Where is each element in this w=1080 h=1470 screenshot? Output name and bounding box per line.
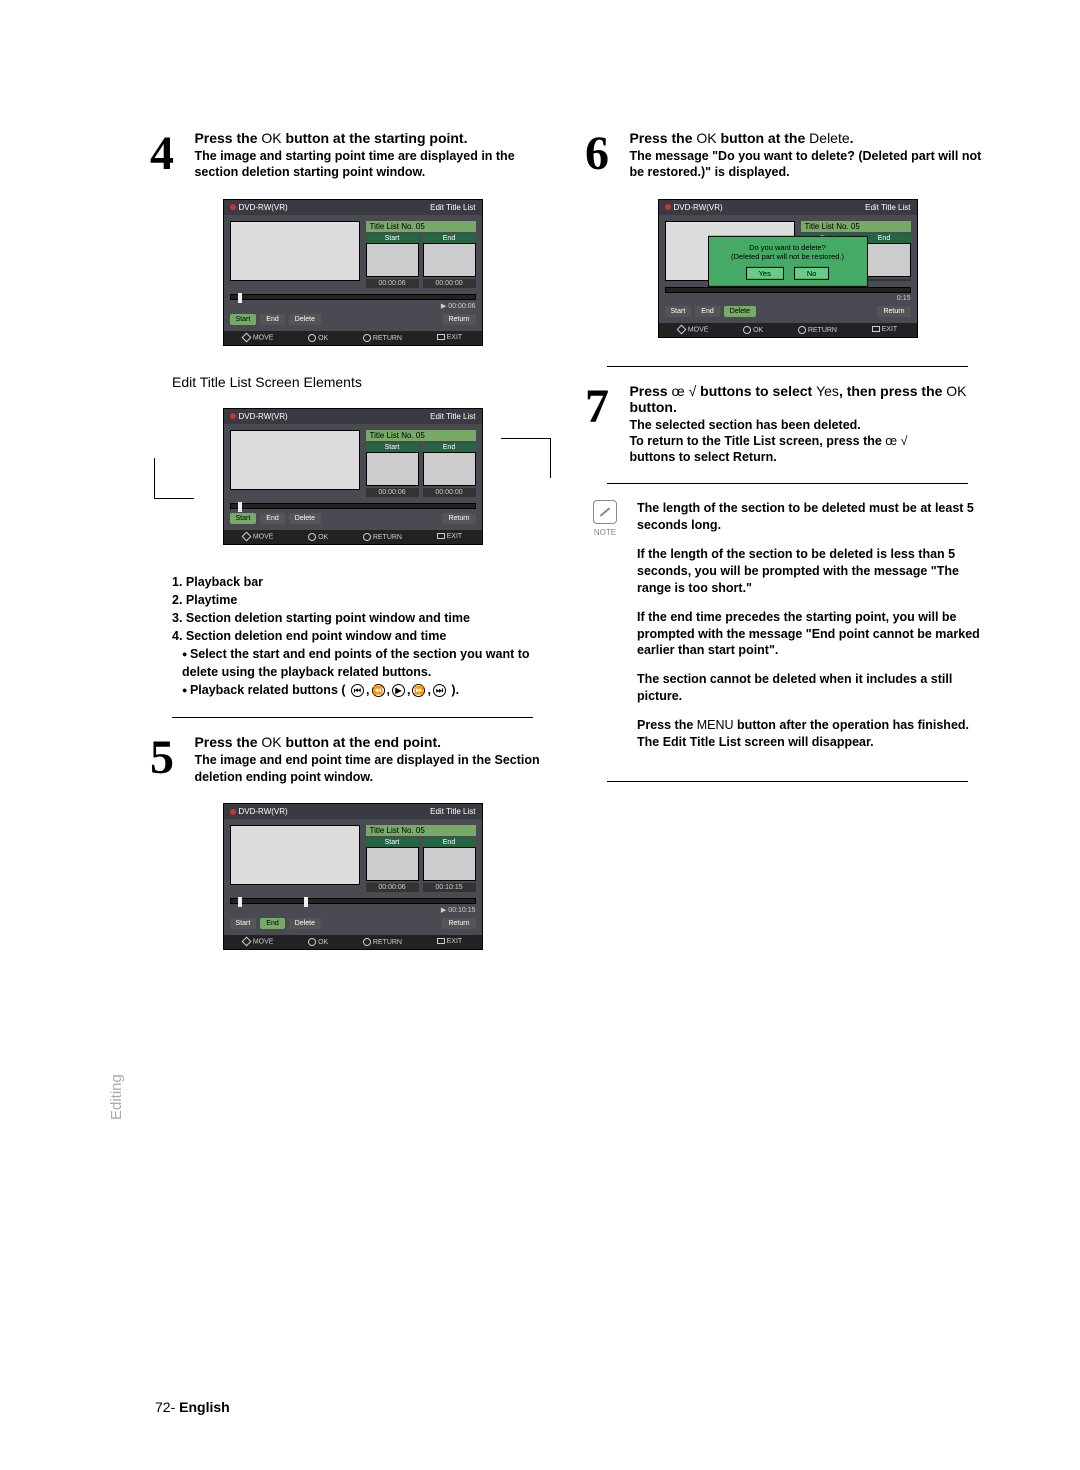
side-section-label: Editing bbox=[108, 1074, 125, 1120]
step-number: 6 bbox=[585, 130, 625, 178]
step-4-sub: The image and starting point time are di… bbox=[194, 148, 554, 181]
elements-subtitle: Edit Title List Screen Elements bbox=[172, 374, 555, 390]
preview-thumb bbox=[230, 221, 360, 281]
playback-bar bbox=[230, 294, 476, 300]
dialog-no: No bbox=[794, 266, 830, 279]
dialog-yes: Yes bbox=[746, 266, 784, 279]
title-list-no: Title List No. 05 bbox=[366, 221, 476, 232]
screenshot-step-5: DVD-RW(VR) Edit Title List Title List No… bbox=[223, 803, 483, 950]
step-number: 4 bbox=[150, 130, 190, 178]
delete-confirm-dialog: Do you want to delete? (Deleted part wil… bbox=[708, 235, 868, 286]
btn-return: Return bbox=[442, 314, 475, 325]
step-5-sub: The image and end point time are display… bbox=[194, 752, 554, 785]
step-7-headline: Press œ √ buttons to select Yes, then pr… bbox=[629, 383, 989, 415]
note-icon bbox=[593, 500, 617, 524]
step-4-headline: Press the OK button at the starting poin… bbox=[194, 130, 554, 146]
step-6-sub: The message "Do you want to delete? (Del… bbox=[629, 148, 989, 181]
step-6-headline: Press the OK button at the Delete. bbox=[629, 130, 989, 146]
note-p1: The length of the section to be deleted … bbox=[637, 500, 990, 534]
note-p4: The section cannot be deleted when it in… bbox=[637, 671, 990, 705]
step-5: 5 Press the OK button at the end point. … bbox=[150, 734, 555, 785]
note-p5: Press the MENU button after the operatio… bbox=[637, 717, 990, 751]
btn-start: Start bbox=[230, 314, 257, 325]
note-p2: If the length of the section to be delet… bbox=[637, 546, 990, 597]
step-5-headline: Press the OK button at the end point. bbox=[194, 734, 554, 750]
return-icon bbox=[363, 334, 371, 342]
ok-icon bbox=[308, 334, 316, 342]
playback-buttons-icons: ⏮,⏪,▶,⏩,⏭ bbox=[349, 683, 448, 697]
step-4: 4 Press the OK button at the starting po… bbox=[150, 130, 555, 181]
step-7: 7 Press œ √ buttons to select Yes, then … bbox=[585, 383, 990, 466]
note-p3: If the end time precedes the starting po… bbox=[637, 609, 990, 660]
btn-delete: Delete bbox=[289, 314, 321, 325]
elements-list: 1. Playback bar 2. Playtime 3. Section d… bbox=[172, 573, 555, 700]
move-icon bbox=[241, 332, 251, 342]
screenshot-annotated: DVD-RW(VR) Edit Title List Title List No… bbox=[223, 408, 483, 545]
note-box: NOTE The length of the section to be del… bbox=[585, 500, 990, 763]
screenshot-step-4: DVD-RW(VR) Edit Title List Title List No… bbox=[223, 199, 483, 346]
step-6: 6 Press the OK button at the Delete. The… bbox=[585, 130, 990, 181]
step-number: 5 bbox=[150, 734, 190, 782]
step-7-sub: The selected section has been deleted. T… bbox=[629, 417, 989, 466]
page-footer: 72- English bbox=[155, 1399, 230, 1415]
disc-icon bbox=[230, 204, 236, 210]
note-label: NOTE bbox=[585, 528, 625, 537]
step-number: 7 bbox=[585, 383, 625, 431]
btn-end: End bbox=[260, 314, 284, 325]
exit-icon bbox=[437, 334, 445, 340]
screenshot-step-6: DVD-RW(VR) Edit Title List Title List No… bbox=[658, 199, 918, 338]
